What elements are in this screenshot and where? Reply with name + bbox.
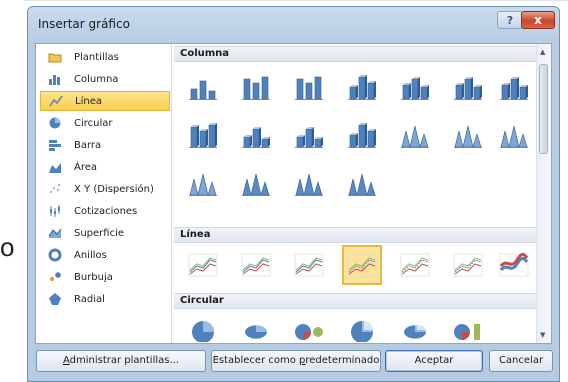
- stock-chart-icon: [48, 204, 62, 218]
- subtype-3d-100-stacked-column[interactable]: [448, 68, 488, 108]
- subtype-100-stacked-line-markers[interactable]: [448, 245, 488, 285]
- chart-type-item[interactable]: Plantillas: [40, 47, 170, 67]
- set-default-label-post: redeterminado: [305, 355, 380, 366]
- chart-type-label: X Y (Dispersión): [74, 183, 154, 195]
- subtype-3d-clustered-column[interactable]: [342, 68, 382, 108]
- doughnut-chart-icon: [48, 248, 62, 262]
- dialog-titlebar[interactable]: Insertar gráfico ? x: [28, 7, 559, 41]
- chart-type-item[interactable]: Superficie: [40, 223, 170, 243]
- chart-type-label: Plantillas: [74, 51, 119, 63]
- radar-chart-icon: [48, 292, 62, 306]
- subtype-100-stacked-column[interactable]: [289, 68, 329, 108]
- subtype-clustered-cone[interactable]: [395, 116, 435, 156]
- dialog-title: Insertar gráfico: [38, 17, 130, 31]
- subtype-3d-line[interactable]: [494, 245, 534, 285]
- subtype-stacked-cylinder[interactable]: [236, 116, 276, 156]
- gallery-section-header: Circular: [174, 293, 540, 309]
- dialog-client-area: Plantillas Columna Línea Circular Barra Área X…: [35, 43, 552, 344]
- set-default-label-pre: Establecer como: [212, 355, 300, 366]
- subtype-stacked-column[interactable]: [236, 68, 276, 108]
- subtype-clustered-cylinder[interactable]: [183, 116, 223, 156]
- subtype-line[interactable]: [183, 245, 223, 285]
- subtype-stacked-cone[interactable]: [448, 116, 488, 156]
- background-rule: [24, 0, 568, 1]
- chart-type-item[interactable]: Anillos: [40, 245, 170, 265]
- chart-type-item[interactable]: Burbuja: [40, 267, 170, 287]
- gallery-scrollbar[interactable]: ▲ ▼: [536, 44, 551, 343]
- set-default-button[interactable]: Establecer como predeterminado: [211, 350, 381, 372]
- subtype-3d-column[interactable]: [494, 68, 534, 108]
- manage-templates-button[interactable]: Administrar plantillas...: [36, 350, 206, 372]
- subtype-3d-exploded-pie[interactable]: [395, 312, 435, 342]
- scroll-up-icon[interactable]: ▲: [540, 48, 545, 56]
- chart-type-label: Línea: [75, 95, 102, 107]
- subtype-100-stacked-line[interactable]: [289, 245, 329, 285]
- chart-type-item[interactable]: Cotizaciones: [40, 201, 170, 221]
- background-letter: o: [0, 232, 15, 262]
- line-chart-icon: [49, 94, 63, 108]
- chart-type-item[interactable]: Circular: [40, 113, 170, 133]
- chart-subtype-gallery: Columna Línea Circular: [174, 46, 540, 342]
- chart-type-label: Área: [74, 161, 98, 173]
- chart-type-item[interactable]: Barra: [40, 135, 170, 155]
- chart-type-label: Circular: [74, 117, 113, 129]
- surface-chart-icon: [48, 226, 62, 240]
- subtype-bar-of-pie[interactable]: [448, 312, 488, 342]
- chart-type-item[interactable]: Línea: [40, 91, 170, 111]
- subtype-pie-of-pie[interactable]: [289, 312, 329, 342]
- scrollbar-thumb[interactable]: [539, 64, 548, 154]
- subtype-3d-cylinder[interactable]: [342, 116, 382, 156]
- gallery-section-header: Columna: [174, 46, 540, 62]
- cancel-button[interactable]: Cancelar: [489, 350, 553, 372]
- chart-type-label: Superficie: [74, 227, 125, 239]
- chart-type-label: Burbuja: [74, 271, 113, 283]
- chart-type-item[interactable]: Radial: [40, 289, 170, 309]
- column-chart-icon: [48, 72, 62, 86]
- insert-chart-dialog: Insertar gráfico ? x Plantillas Columna Lí…: [27, 6, 560, 382]
- subtype-3d-pie[interactable]: [236, 312, 276, 342]
- ok-button[interactable]: Aceptar: [385, 350, 483, 372]
- chart-type-label: Anillos: [74, 249, 107, 261]
- manage-templates-label-post: dministrar plantillas...: [69, 355, 180, 366]
- subtype-pie[interactable]: [183, 312, 223, 342]
- folder-icon: [48, 50, 62, 64]
- bubble-chart-icon: [48, 270, 62, 284]
- close-button[interactable]: x: [521, 11, 555, 29]
- subtype-stacked-line-markers[interactable]: [395, 245, 435, 285]
- pie-chart-icon: [48, 116, 62, 130]
- scroll-down-icon[interactable]: ▼: [540, 331, 545, 339]
- area-chart-icon: [48, 160, 62, 174]
- subtype-3d-stacked-column[interactable]: [395, 68, 435, 108]
- chart-type-label: Cotizaciones: [74, 205, 138, 217]
- chart-type-list: Plantillas Columna Línea Circular Barra Área X…: [36, 44, 172, 343]
- subtype-clustered-column[interactable]: [183, 68, 223, 108]
- subtype-100-stacked-cylinder[interactable]: [289, 116, 329, 156]
- subtype-3d-pyramid[interactable]: [342, 164, 382, 204]
- subtype-100-stacked-cone[interactable]: [494, 116, 534, 156]
- subtype-exploded-pie[interactable]: [342, 312, 382, 342]
- chart-type-item[interactable]: X Y (Dispersión): [40, 179, 170, 199]
- chart-type-item[interactable]: Columna: [40, 69, 170, 89]
- subtype-clustered-pyramid[interactable]: [236, 164, 276, 204]
- help-button[interactable]: ?: [497, 11, 523, 29]
- subtype-3d-cone[interactable]: [183, 164, 223, 204]
- bar-chart-icon: [48, 138, 62, 152]
- manage-templates-access-key: A: [62, 355, 70, 366]
- subtype-stacked-line[interactable]: [236, 245, 276, 285]
- gallery-section-header: Línea: [174, 227, 540, 243]
- chart-type-label: Radial: [74, 293, 105, 305]
- chart-type-item[interactable]: Área: [40, 157, 170, 177]
- chart-type-label: Columna: [74, 73, 119, 85]
- subtype-line-with-markers[interactable]: [342, 245, 382, 285]
- subtype-stacked-pyramid[interactable]: [289, 164, 329, 204]
- chart-type-label: Barra: [74, 139, 102, 151]
- scatter-chart-icon: [48, 182, 62, 196]
